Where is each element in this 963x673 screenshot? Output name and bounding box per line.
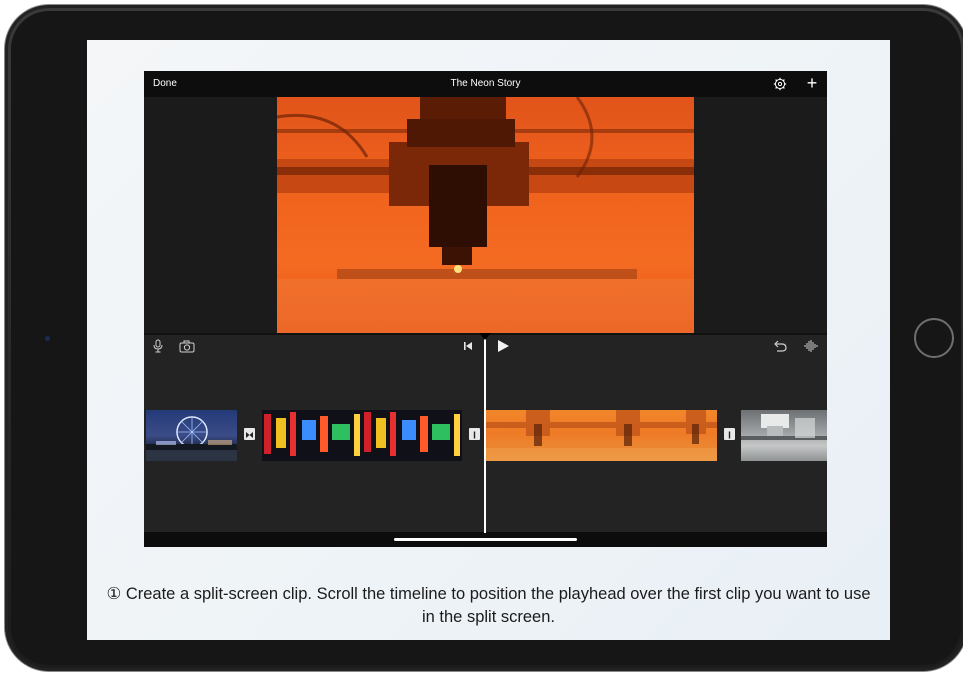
top-bar: Done The Neon Story +: [144, 71, 827, 97]
transition-icon[interactable]: [244, 428, 255, 440]
transition-icon[interactable]: [469, 428, 480, 440]
laser-cutter-frame: [277, 97, 694, 333]
microphone-icon[interactable]: [152, 339, 164, 353]
neon-city-clip[interactable]: [262, 410, 462, 461]
project-title: The Neon Story: [450, 78, 521, 89]
machine-thumbnail: [741, 414, 827, 440]
skip-to-start-icon[interactable]: [462, 340, 474, 352]
ferris-wheel-thumbnail: [146, 416, 237, 461]
play-icon[interactable]: [495, 338, 511, 354]
none-transition-icon: [728, 431, 731, 439]
laser-cutter-thumbnail: [486, 410, 717, 461]
transition-icon[interactable]: [724, 428, 735, 440]
gear-icon[interactable]: [773, 77, 787, 91]
tutorial-caption: ① Create a split-screen clip. Scroll the…: [106, 585, 871, 626]
video-preview[interactable]: [277, 97, 694, 333]
video-viewer: [144, 97, 827, 333]
front-camera: [45, 336, 50, 341]
home-indicator[interactable]: [394, 538, 577, 541]
undo-icon[interactable]: [772, 339, 788, 353]
audio-waveform-icon[interactable]: [803, 339, 819, 353]
playhead[interactable]: [484, 339, 486, 533]
laser-cutter-clip[interactable]: [486, 410, 717, 461]
ferris-wheel-clip[interactable]: [146, 410, 237, 461]
bowtie-transition-icon: [246, 432, 253, 438]
playhead-marker: [479, 333, 491, 340]
camera-icon[interactable]: [179, 340, 195, 353]
machine-clip[interactable]: [741, 410, 827, 461]
neon-city-thumbnail: [264, 412, 460, 456]
home-button[interactable]: [914, 318, 954, 358]
none-transition-icon: [473, 431, 476, 439]
plus-icon[interactable]: +: [804, 74, 820, 92]
